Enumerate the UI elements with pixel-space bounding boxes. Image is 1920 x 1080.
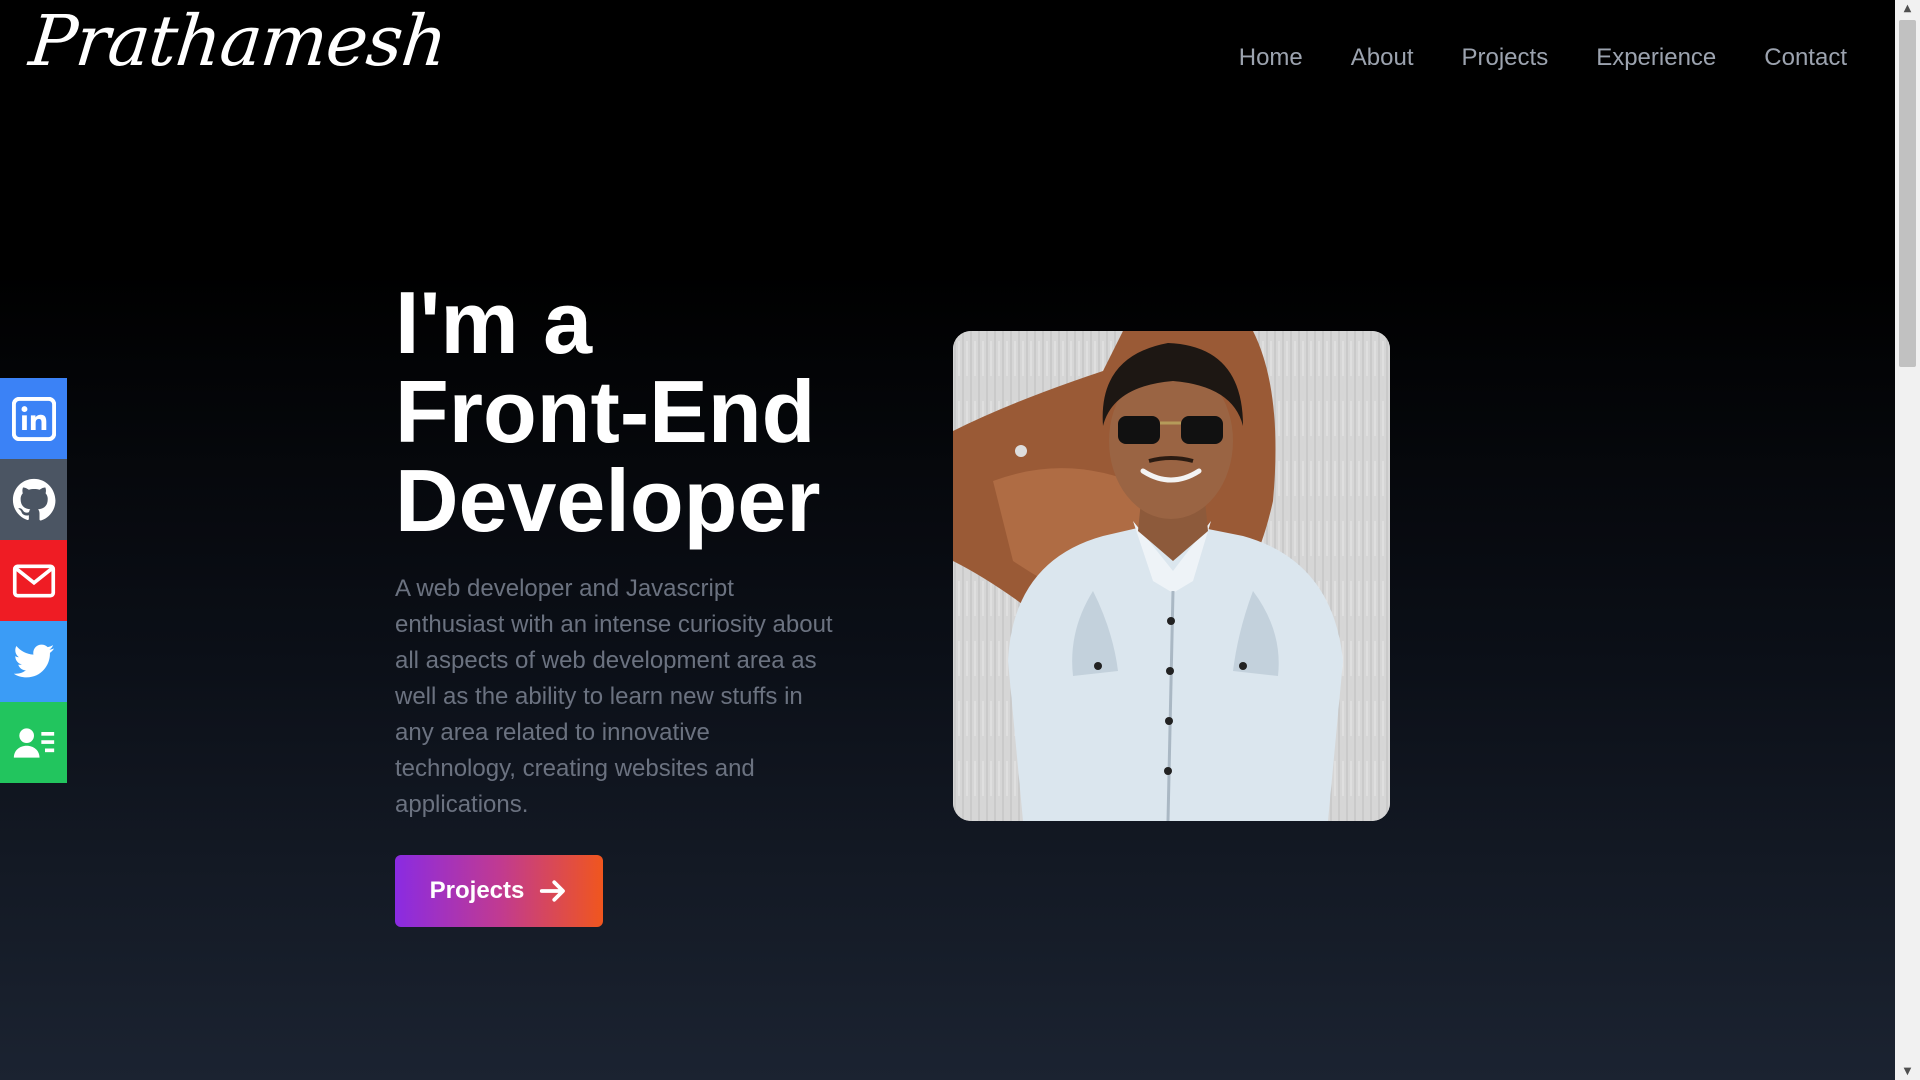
nav-about[interactable]: About [1351, 44, 1414, 72]
linkedin-icon [11, 396, 56, 441]
twitter-link[interactable] [0, 621, 67, 702]
headline-line-3: Developer [395, 451, 821, 550]
scroll-up-arrow-icon[interactable]: ▲ [1895, 0, 1920, 17]
profile-photo-illustration [953, 331, 1390, 821]
email-link[interactable] [0, 540, 67, 621]
nav-contact[interactable]: Contact [1764, 44, 1847, 72]
main-nav: Home About Projects Experience Contact [1239, 44, 1847, 72]
contact-card-icon [13, 727, 54, 758]
nav-home[interactable]: Home [1239, 44, 1303, 72]
scroll-down-arrow-icon[interactable]: ▼ [1895, 1063, 1920, 1080]
site-logo[interactable]: Prathamesh [26, 0, 451, 82]
resume-link[interactable] [0, 702, 67, 783]
vertical-scrollbar[interactable]: ▲ ▼ [1895, 0, 1920, 1080]
scrollbar-thumb[interactable] [1899, 20, 1916, 367]
headline-line-1: I'm a [395, 273, 593, 372]
projects-button-label: Projects [429, 877, 525, 904]
hero-bio: A web developer and Javascript enthusias… [395, 575, 833, 818]
twitter-icon [13, 644, 54, 677]
projects-button[interactable]: Projects [395, 855, 603, 927]
arrow-right-icon [540, 880, 566, 902]
page: Prathamesh Home About Projects Experienc… [0, 0, 1895, 1080]
profile-photo [953, 331, 1390, 821]
github-icon [12, 478, 55, 521]
nav-experience[interactable]: Experience [1596, 44, 1716, 72]
nav-projects[interactable]: Projects [1462, 44, 1549, 72]
mail-icon [12, 564, 55, 597]
github-link[interactable] [0, 459, 67, 540]
headline-line-2: Front-End [395, 362, 816, 461]
hero-section: I'm a Front-End Developer A web develope… [395, 278, 865, 823]
social-sidebar [0, 378, 67, 783]
linkedin-link[interactable] [0, 378, 67, 459]
hero-headline: I'm a Front-End Developer [395, 278, 865, 545]
